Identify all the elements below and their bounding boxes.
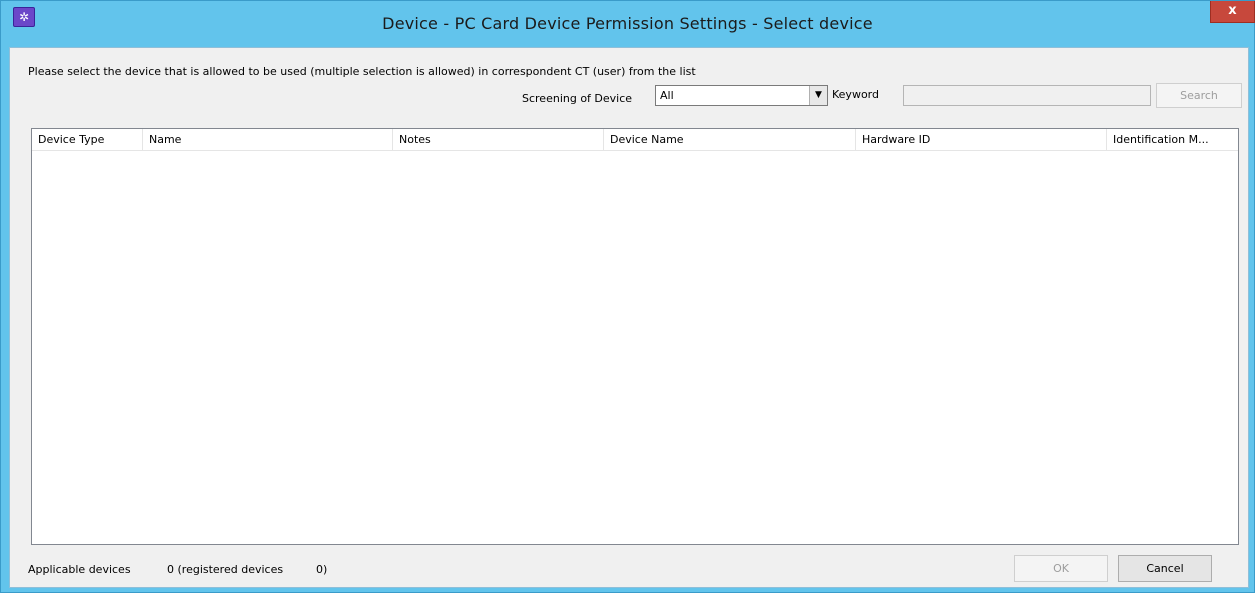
list-header: Device Type Name Notes Device Name Hardw… [32,129,1238,151]
dialog-body: Please select the device that is allowed… [9,47,1249,588]
screening-label: Screening of Device [522,92,633,105]
column-header-device-name[interactable]: Device Name [604,129,856,150]
keyword-label: Keyword [832,88,879,101]
device-list[interactable]: Device Type Name Notes Device Name Hardw… [31,128,1239,545]
close-button[interactable]: x [1210,1,1255,23]
instruction-text: Please select the device that is allowed… [28,65,696,78]
applicable-devices-label: Applicable devices [28,563,131,576]
cancel-button[interactable]: Cancel [1118,555,1212,582]
window-title: Device - PC Card Device Permission Setti… [382,14,873,33]
dropdown-arrow-icon[interactable]: ▼ [809,86,827,105]
column-header-name[interactable]: Name [143,129,393,150]
title-bar[interactable]: ✲ Device - PC Card Device Permission Set… [1,1,1255,47]
search-button[interactable]: Search [1156,83,1242,108]
column-header-notes[interactable]: Notes [393,129,604,150]
column-header-identification-method[interactable]: Identification M... [1107,129,1228,150]
ok-button[interactable]: OK [1014,555,1108,582]
screening-selected-value: All [660,89,674,102]
screening-combobox[interactable]: All ▼ [655,85,828,106]
keyword-input[interactable] [903,85,1151,106]
dialog-window: ✲ Device - PC Card Device Permission Set… [0,0,1255,593]
applicable-devices-count: 0 (registered devices [167,563,284,576]
close-icon: x [1228,3,1237,18]
registered-devices-count: 0) [316,563,328,576]
column-header-device-type[interactable]: Device Type [32,129,143,150]
column-header-hardware-id[interactable]: Hardware ID [856,129,1107,150]
